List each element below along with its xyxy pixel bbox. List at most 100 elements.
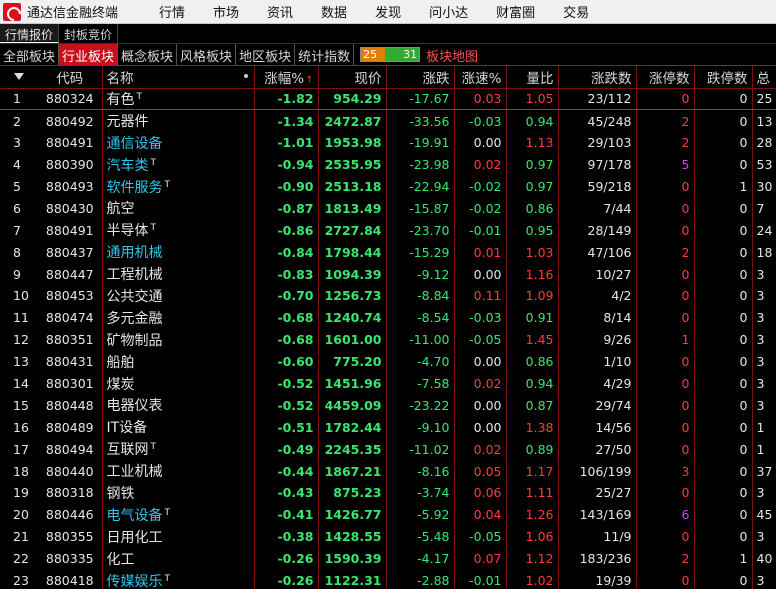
col-header-name[interactable]: 名称: [102, 66, 255, 89]
limit-down-count: 1: [694, 175, 753, 198]
col-header-code[interactable]: 代码: [42, 66, 103, 89]
menu-item-ask[interactable]: 问小达: [429, 2, 468, 21]
sector-map-button[interactable]: 板块地图: [426, 44, 478, 65]
col-header-speed[interactable]: 涨速%: [454, 66, 507, 89]
table-row[interactable]: 10 880453 公共交通 -0.70 1256.73 -8.84 0.11 1.09 4/2…: [0, 285, 776, 307]
row-index: 3: [13, 135, 21, 151]
table-row[interactable]: 16 880489 IT设备 -0.51 1782.44 -9.10 0.00 1.38 14/…: [0, 416, 776, 439]
volume-ratio: 0.86: [506, 350, 559, 373]
sector-code: 880355: [42, 525, 103, 548]
table-row[interactable]: 23 880418 传媒娱乐 T -0.26 1122.31 -2.88 -0.01 1.02 1…: [0, 569, 776, 589]
table-row[interactable]: 3 880491 通信设备 -1.01 1953.98 -19.91 0.00 1.13 29/…: [0, 131, 776, 154]
table-row[interactable]: 14 880301 煤炭 -0.52 1451.96 -7.58 0.02 0.94 4/29 0…: [0, 372, 776, 395]
table-row[interactable]: 12 880351 矿物制品 -0.68 1601.00 -11.00 -0.05 1.45 9…: [0, 328, 776, 351]
row-index: 8: [13, 244, 21, 260]
tab-stat-index[interactable]: 统计指数: [295, 44, 355, 65]
row-index: 2: [13, 113, 21, 129]
table-row[interactable]: 19 880318 钢铁 -0.43 875.23 -3.74 0.06 1.11 25/27 0…: [0, 482, 776, 504]
table-row[interactable]: 20 880446 电气设备 T -0.41 1426.77 -5.92 0.04 1.26 14…: [0, 503, 776, 526]
col-header-change[interactable]: 涨跌: [386, 66, 455, 89]
table-row[interactable]: 4 880390 汽车类 T -0.94 2535.95 -23.98 0.02 0.97 97/…: [0, 153, 776, 176]
tab-all-sectors[interactable]: 全部板块: [0, 44, 60, 65]
change-speed: -0.03: [454, 109, 507, 132]
table-row[interactable]: 1 880324 有色 T -1.82 954.29 -17.67 0.03 1.05 23/11…: [0, 88, 776, 111]
table-row[interactable]: 17 880494 互联网 T -0.49 2245.35 -11.02 0.02 0.89 27…: [0, 438, 776, 461]
table-row[interactable]: 5 880493 软件服务 T -0.90 2513.18 -22.94 -0.02 0.97 5…: [0, 175, 776, 198]
tab-industry-sectors[interactable]: 行业板块: [59, 44, 119, 65]
col-header-volume-ratio[interactable]: 量比: [506, 66, 559, 89]
col-header-pct[interactable]: 涨幅%↑: [254, 66, 319, 89]
table-row[interactable]: 2 880492 元器件 -1.34 2472.87 -33.56 -0.03 0.94 45/…: [0, 109, 776, 132]
sector-quote-table: 代码 名称 涨幅%↑ 现价 涨跌 涨速% 量比 涨跌数 涨停数 跌停数 总 18…: [0, 66, 776, 589]
row-menu-button[interactable]: [0, 66, 42, 89]
table-row[interactable]: 15 880448 电器仪表 -0.52 4459.09 -23.22 0.00 0.87 29…: [0, 394, 776, 417]
extra-value: 24: [756, 222, 773, 238]
limit-down-count: 0: [694, 263, 753, 286]
tab-limit-auction[interactable]: 封板竞价: [59, 24, 119, 43]
change-speed: -0.05: [454, 328, 507, 351]
table-row[interactable]: 7 880491 半导体 T -0.86 2727.84 -23.70 -0.01 0.95 28…: [0, 219, 776, 242]
tab-style-sectors[interactable]: 风格板块: [177, 44, 237, 65]
current-price: 1451.96: [318, 372, 387, 395]
volume-ratio: 0.95: [506, 219, 559, 242]
tab-region-sectors[interactable]: 地区板块: [236, 44, 296, 65]
tab-quote-list[interactable]: 行情报价: [0, 24, 60, 43]
volume-ratio: 0.91: [506, 306, 559, 329]
table-row[interactable]: 9 880447 工程机械 -0.83 1094.39 -9.12 0.00 1.16 10/2…: [0, 263, 776, 286]
sector-name-label: 化工: [106, 551, 135, 568]
current-price: 1122.31: [318, 569, 387, 589]
table-row[interactable]: 13 880431 船舶 -0.60 775.20 -4.70 0.00 0.86 1/10 0 0…: [0, 350, 776, 373]
change-amount: -15.87: [386, 197, 455, 220]
up-down-count: 183/236: [558, 547, 637, 570]
table-row[interactable]: 8 880437 通用机械 -0.84 1798.44 -15.29 0.01 1.03 47/…: [0, 241, 776, 264]
sector-name: 通信设备: [102, 131, 255, 154]
volume-ratio: 1.03: [506, 241, 559, 264]
table-row[interactable]: 11 880474 多元金融 -0.68 1240.74 -8.54 -0.03 0.91 8/…: [0, 306, 776, 329]
table-row[interactable]: 18 880440 工业机械 -0.44 1867.21 -8.16 0.05 1.17 106…: [0, 460, 776, 483]
menu-item-discover[interactable]: 发现: [375, 2, 401, 21]
sector-name-label: 软件服务: [106, 179, 163, 196]
up-down-count: 25/27: [558, 482, 637, 504]
change-amount: -33.56: [386, 109, 455, 132]
table-row[interactable]: 21 880355 日用化工 -0.38 1428.55 -5.48 -0.05 1.06 11…: [0, 525, 776, 548]
limit-down-count: 0: [694, 482, 753, 504]
table-row[interactable]: 22 880335 化工 -0.26 1590.39 -4.17 0.07 1.12 183/2…: [0, 547, 776, 570]
change-percent: -0.68: [254, 306, 319, 329]
menu-item-market[interactable]: 市场: [213, 2, 239, 21]
change-amount: -9.12: [386, 263, 455, 286]
change-amount: -7.58: [386, 372, 455, 395]
table-row[interactable]: 6 880430 航空 -0.87 1813.49 -15.87 -0.02 0.86 7/44…: [0, 197, 776, 220]
sector-code: 880491: [42, 131, 103, 154]
current-price: 1782.44: [318, 416, 387, 439]
up-down-count: 47/106: [558, 241, 637, 264]
col-header-up-down-count[interactable]: 涨跌数: [558, 66, 637, 89]
current-price: 1094.39: [318, 263, 387, 286]
change-speed: 0.02: [454, 438, 507, 461]
sector-name: 工业机械: [102, 460, 255, 483]
limit-up-count: 0: [636, 569, 695, 589]
menu-item-trade[interactable]: 交易: [563, 2, 589, 21]
col-header-price[interactable]: 现价: [318, 66, 387, 89]
change-percent: -0.90: [254, 175, 319, 198]
sector-name-label: 互联网: [106, 442, 149, 459]
col-header-extra[interactable]: 总: [752, 66, 776, 89]
menu-item-data[interactable]: 数据: [321, 2, 347, 21]
sector-name-label: 汽车类: [106, 157, 149, 174]
row-index: 13: [13, 354, 29, 370]
tradable-tag-badge: T: [164, 573, 171, 584]
up-down-count: 28/149: [558, 219, 637, 242]
col-header-limit-up[interactable]: 涨停数: [636, 66, 695, 89]
sector-name-label: 工程机械: [106, 267, 163, 284]
change-percent: -0.68: [254, 328, 319, 351]
tab-concept-sectors[interactable]: 概念板块: [118, 44, 178, 65]
row-index: 9: [13, 266, 21, 282]
sector-code: 880447: [42, 263, 103, 286]
sector-name: 电气设备 T: [102, 503, 255, 526]
current-price: 2727.84: [318, 219, 387, 242]
sector-name-label: 工业机械: [106, 464, 163, 481]
menu-item-news[interactable]: 资讯: [267, 2, 293, 21]
col-header-limit-down[interactable]: 跌停数: [694, 66, 753, 89]
change-speed: -0.02: [454, 197, 507, 220]
menu-item-quotes[interactable]: 行情: [159, 2, 185, 21]
menu-item-wealth[interactable]: 财富圈: [496, 2, 535, 21]
